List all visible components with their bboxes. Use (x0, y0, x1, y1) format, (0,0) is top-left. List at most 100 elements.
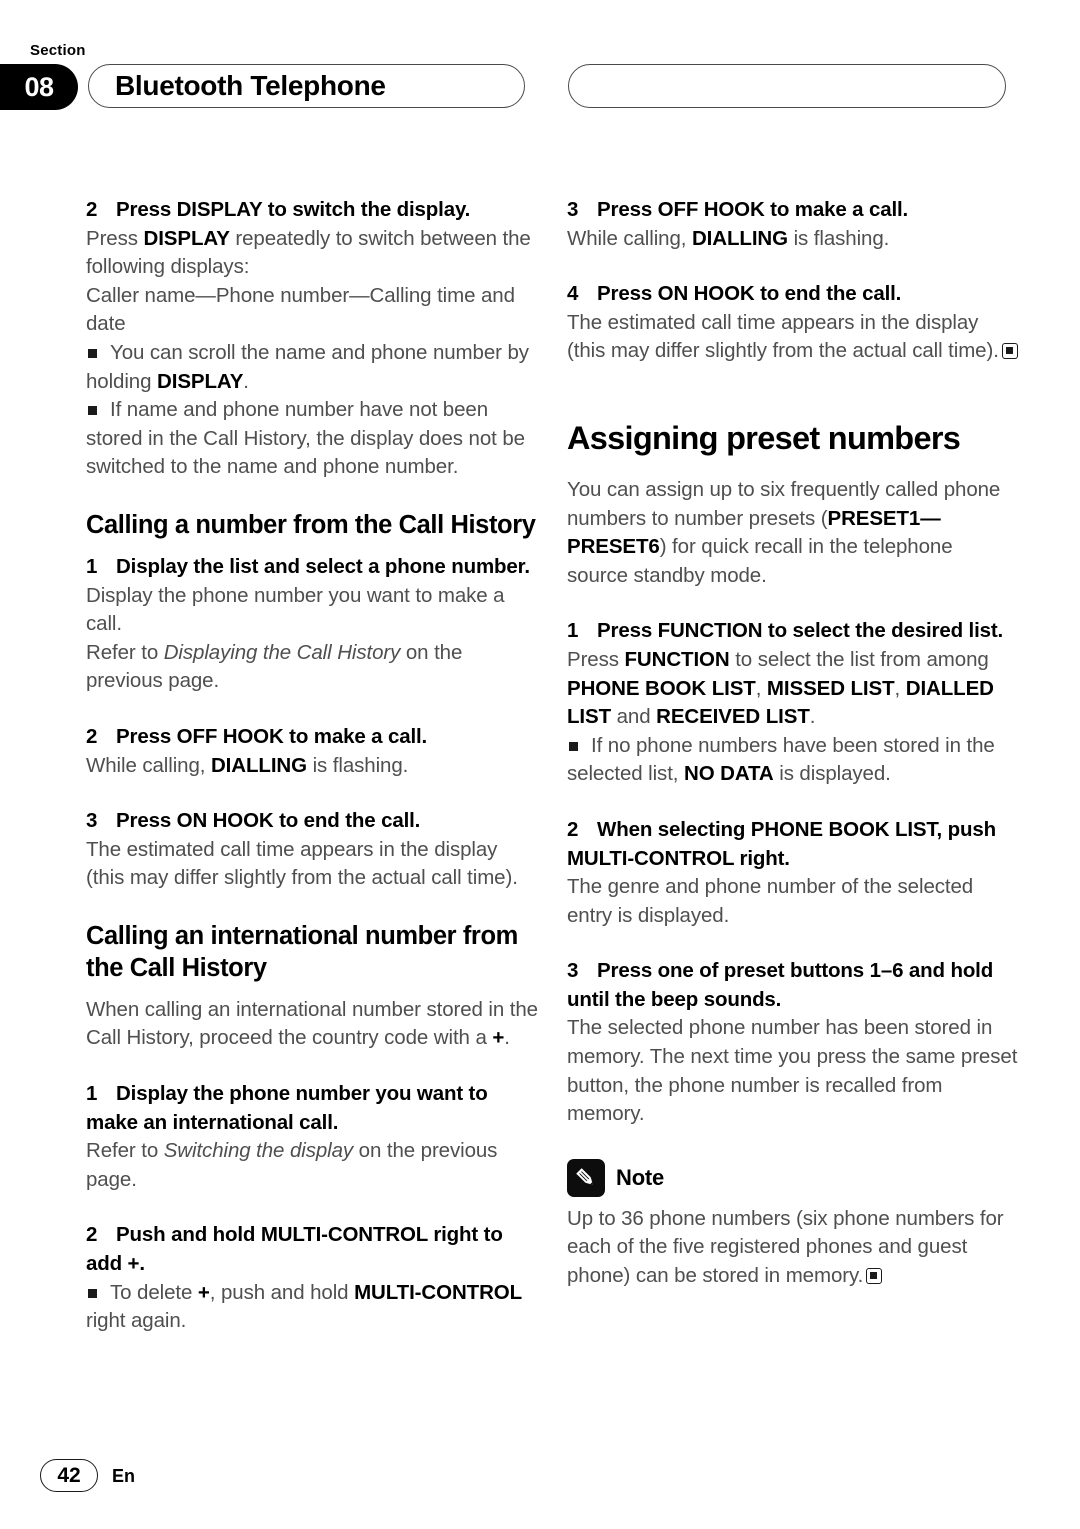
step-heading-phone-book-list: 2 When selecting PHONE BOOK LIST, push MU… (567, 816, 1019, 873)
step-number: 3 (86, 809, 98, 833)
language-code: En (112, 1466, 136, 1486)
step-number: 3 (567, 959, 579, 983)
text-fragment: Up to 36 phone numbers (six phone number… (567, 1206, 1004, 1288)
step-number: 2 (86, 724, 98, 748)
step-title: Press ON HOOK to end the call. (597, 282, 902, 306)
left-column: 2 Press DISPLAY to switch the display. Pr… (86, 196, 538, 1336)
keyword-dialling: DIALLING (210, 753, 307, 777)
text-fragment: Press (86, 226, 144, 250)
text-fragment: to select the list from among (729, 647, 989, 671)
step-title: Press OFF HOOK to make a call. (597, 198, 909, 221)
note-label: Note (616, 1164, 665, 1190)
section-end-marker-icon (866, 1268, 883, 1285)
step-number: 3 (567, 198, 579, 221)
step-number: 1 (567, 619, 579, 643)
text-fragment: is displayed. (773, 762, 891, 786)
paragraph-stored-in-memory: The selected phone number has been store… (567, 1016, 1018, 1126)
text-fragment: right again. (86, 1309, 187, 1333)
text-fragment: is flashing. (306, 753, 409, 777)
text-fragment: Refer to (86, 1139, 164, 1163)
step-title: Push and hold MULTI-CONTROL right to add… (86, 1223, 503, 1276)
section-title-pill: Bluetooth Telephone (88, 64, 525, 108)
step-heading-on-hook-right: 4 Press ON HOOK to end the call. (567, 280, 1019, 309)
step-heading-off-hook-right: 3 Press OFF HOOK to make a call. (567, 196, 1019, 225)
step-number: 2 (567, 817, 579, 841)
bullet-square-icon (569, 741, 578, 751)
paragraph-display-number: Display the phone number you want to mak… (86, 583, 505, 636)
note-header: Note (567, 1158, 1019, 1197)
keyword-plus: + (492, 1026, 505, 1050)
step-number: 1 (86, 1082, 98, 1106)
step-title: When selecting PHONE BOOK LIST, push MUL… (567, 817, 996, 870)
step-heading-preset-buttons: 3 Press one of preset buttons 1–6 and hol… (567, 957, 1019, 1014)
step-title: Press one of preset buttons 1–6 and hold… (567, 959, 994, 1011)
keyword-display: DISPLAY (157, 369, 244, 393)
step-title: Display the phone number you want to mak… (86, 1082, 488, 1134)
pencil-icon (567, 1158, 605, 1197)
keyword-missed-list: MISSED LIST (766, 676, 895, 700)
text-fragment: . (504, 1026, 510, 1050)
keyword-plus: + (197, 1280, 210, 1304)
step-heading-display-list: 1 Display the list and select a phone num… (86, 553, 538, 582)
paragraph-estimated-call-time-right: The estimated call time appears in the d… (567, 309, 1019, 366)
step-number: 2 (86, 198, 98, 221)
bullet-square-icon (88, 1288, 97, 1298)
paragraph-genre-displayed: The genre and phone number of the select… (567, 875, 974, 927)
page-number-badge: 42 (40, 1459, 98, 1492)
text-fragment: If name and phone number have not been s… (86, 398, 525, 479)
text-fragment: While calling, (86, 753, 211, 777)
text-fragment: The estimated call time appears in the d… (567, 310, 999, 363)
paragraph-display-sequence: Caller name—Phone number—Calling time an… (86, 283, 515, 336)
step-heading-press-function: 1 Press FUNCTION to select the desired li… (567, 617, 1019, 646)
text-fragment: and (611, 705, 657, 729)
heading-calling-from-call-history: Calling a number from the Call History (86, 510, 536, 539)
text-fragment: You can scroll the name and phone number… (86, 340, 529, 393)
text-fragment: To delete (110, 1280, 198, 1304)
step-title: Press DISPLAY to switch the display. (116, 198, 471, 221)
right-column: 3 Press OFF HOOK to make a call. While ca… (567, 196, 1019, 1291)
step-heading-off-hook: 2 Press OFF HOOK to make a call. (86, 723, 538, 752)
cross-reference: Switching the display (163, 1139, 354, 1163)
text-fragment: While calling, (567, 226, 692, 250)
paragraph-dialling-flashing: While calling, DIALLING is flashing. (86, 752, 538, 781)
text-fragment: Refer to (86, 640, 164, 664)
keyword-display: DISPLAY (143, 226, 230, 250)
bullet-no-data: If no phone numbers have been stored in … (567, 732, 1019, 789)
paragraph-note-body: Up to 36 phone numbers (six phone number… (567, 1205, 1019, 1291)
page-title: Bluetooth Telephone (115, 70, 386, 101)
bullet-not-stored: If name and phone number have not been s… (86, 396, 538, 482)
page-footer: 42 En (0, 1434, 1080, 1529)
step-title: Press ON HOOK to end the call. (116, 809, 421, 833)
keyword-dialling: DIALLING (691, 226, 788, 250)
paragraph-dialling-flashing-right: While calling, DIALLING is flashing. (567, 225, 1019, 254)
bullet-square-icon (88, 406, 97, 416)
step-number: 4 (567, 282, 579, 306)
page-header: Section 08 Bluetooth Telephone (0, 0, 1080, 130)
paragraph-assigning-intro: You can assign up to six frequently call… (567, 476, 1019, 590)
keyword-no-data: NO DATA (684, 762, 774, 786)
step-heading-display: 2 Press DISPLAY to switch the display. (86, 196, 538, 225)
step-title: Press FUNCTION to select the desired lis… (597, 619, 1004, 643)
keyword-function: FUNCTION (624, 647, 730, 671)
step-title: Press OFF HOOK to make a call. (116, 724, 428, 748)
header-empty-pill (568, 64, 1006, 108)
text-fragment: , push and hold (209, 1280, 355, 1304)
section-end-marker-icon (1001, 343, 1018, 360)
paragraph-estimated-call-time: The estimated call time appears in the d… (86, 837, 518, 890)
bullet-square-icon (88, 348, 97, 358)
paragraph-refer-switching: Refer to Switching the display on the pr… (86, 1137, 538, 1194)
step-number: 2 (86, 1223, 98, 1247)
keyword-multi-control: MULTI-CONTROL (354, 1280, 523, 1304)
bullet-delete-plus: To delete +, push and hold MULTI-CONTROL… (86, 1279, 538, 1336)
step-heading-push-hold-multi-control: 2 Push and hold MULTI-CONTROL right to ad… (86, 1221, 538, 1278)
heading-assigning-preset-numbers: Assigning preset numbers (567, 419, 961, 456)
paragraph-display-repeatedly: Press DISPLAY repeatedly to switch betwe… (86, 225, 538, 282)
text-fragment: , (755, 676, 767, 700)
text-fragment: is flashing. (787, 226, 890, 250)
section-number-badge: 08 (0, 64, 78, 110)
text-fragment: , (894, 676, 906, 700)
text-fragment: Press (567, 647, 625, 671)
step-heading-on-hook: 3 Press ON HOOK to end the call. (86, 807, 538, 836)
paragraph-function-lists: Press FUNCTION to select the list from a… (567, 646, 1019, 732)
text-fragment: . (243, 369, 249, 393)
